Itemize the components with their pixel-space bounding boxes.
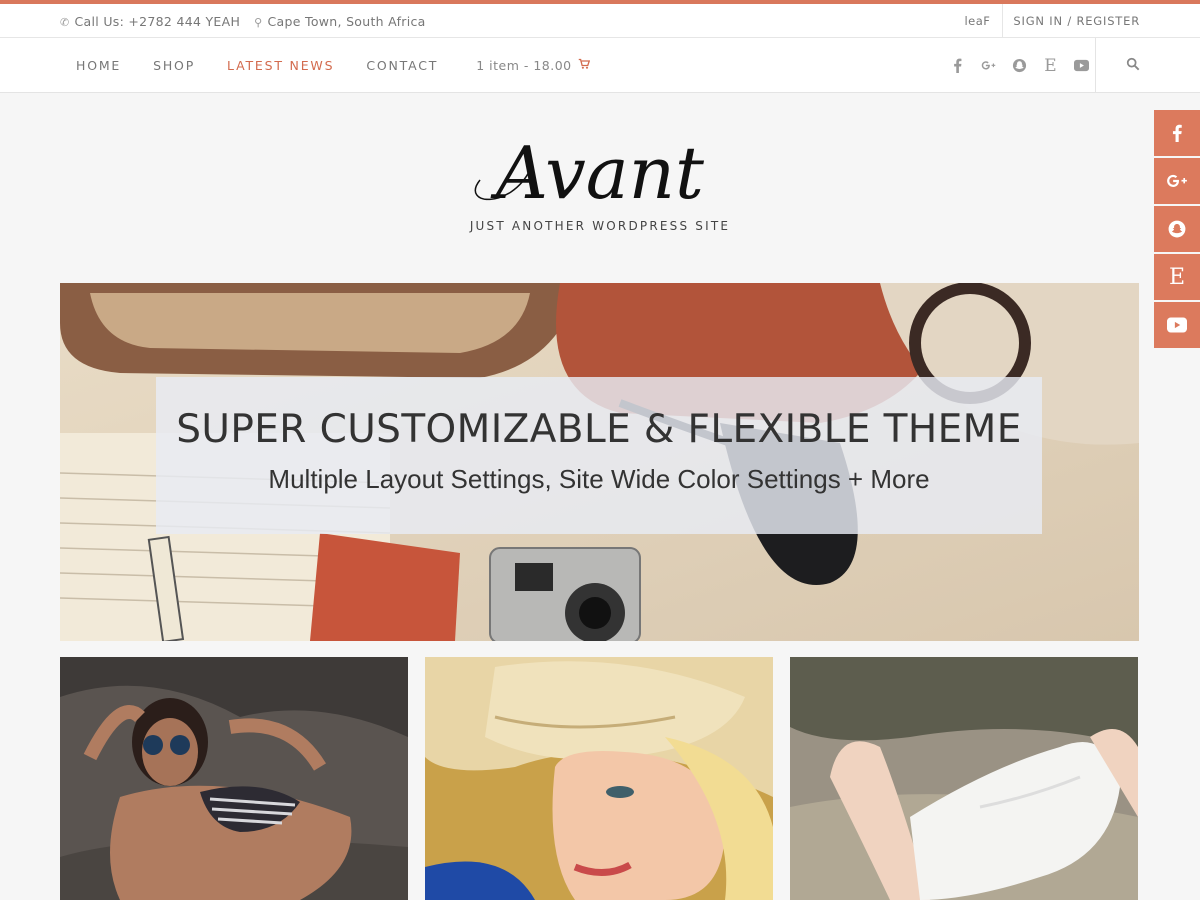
location-text: Cape Town, South Africa: [267, 13, 426, 29]
nav-menu: HOME SHOP LATEST NEWS CONTACT 1 item - 1…: [60, 38, 606, 93]
woman-sunglasses-on-rocks-image: [60, 657, 408, 900]
cart-icon: [578, 58, 590, 73]
contact-info: ✆ Call Us: +2782 444 YEAH ⚲ Cape Town, Sou…: [60, 4, 426, 38]
hero-title: SUPER CUSTOMIZABLE & FLEXIBLE THEME: [176, 407, 1022, 452]
logo-text: Avant: [490, 131, 705, 215]
phone-icon: ✆: [60, 15, 70, 29]
hero-caption-box: SUPER CUSTOMIZABLE & FLEXIBLE THEME Mult…: [156, 377, 1042, 534]
nav-item-latest-news[interactable]: LATEST NEWS: [211, 58, 350, 73]
nav-social-icons: E: [949, 38, 1090, 93]
location-info: ⚲ Cape Town, South Africa: [254, 14, 425, 29]
etsy-icon[interactable]: E: [1042, 56, 1059, 76]
post-thumbnail-1[interactable]: [60, 657, 408, 900]
map-pin-icon: ⚲: [254, 15, 263, 29]
google-plus-icon[interactable]: [980, 57, 997, 74]
nav-item-shop[interactable]: SHOP: [137, 58, 211, 73]
woman-white-dress-image: [790, 657, 1138, 900]
site-logo[interactable]: Avant: [0, 110, 1200, 220]
youtube-icon[interactable]: [1154, 302, 1200, 348]
top-bar: ✆ Call Us: +2782 444 YEAH ⚲ Cape Town, Sou…: [0, 4, 1200, 38]
site-tagline: JUST ANOTHER WORDPRESS SITE: [469, 219, 731, 233]
main-navigation: HOME SHOP LATEST NEWS CONTACT 1 item - 1…: [0, 38, 1200, 93]
nav-item-contact[interactable]: CONTACT: [350, 58, 454, 73]
search-icon: [1126, 56, 1140, 75]
cart-link[interactable]: 1 item - 18.00: [454, 58, 605, 73]
sign-in-register-link[interactable]: SIGN IN / REGISTER: [1002, 4, 1140, 38]
account-links: leaF SIGN IN / REGISTER: [964, 4, 1140, 38]
etsy-icon[interactable]: E: [1154, 254, 1200, 300]
search-button[interactable]: [1095, 38, 1140, 93]
post-thumbnail-2[interactable]: [425, 657, 773, 900]
featured-posts: [60, 657, 1139, 900]
post-thumbnail-3[interactable]: [790, 657, 1138, 900]
nav-item-home[interactable]: HOME: [60, 58, 137, 73]
woman-straw-hat-image: [425, 657, 773, 900]
phone-info: ✆ Call Us: +2782 444 YEAH: [60, 14, 240, 29]
user-link[interactable]: leaF: [964, 4, 1002, 38]
hero-subtitle: Multiple Layout Settings, Site Wide Colo…: [268, 464, 930, 494]
cart-summary: 1 item - 18.00: [476, 58, 572, 73]
facebook-icon[interactable]: [949, 57, 966, 74]
hero-slider: SUPER CUSTOMIZABLE & FLEXIBLE THEME Mult…: [60, 283, 1139, 641]
site-branding: Avant JUST ANOTHER WORDPRESS SITE: [0, 110, 1200, 233]
youtube-icon[interactable]: [1073, 57, 1090, 74]
phone-text: Call Us: +2782 444 YEAH: [74, 13, 241, 29]
snapchat-icon[interactable]: [1011, 57, 1028, 74]
